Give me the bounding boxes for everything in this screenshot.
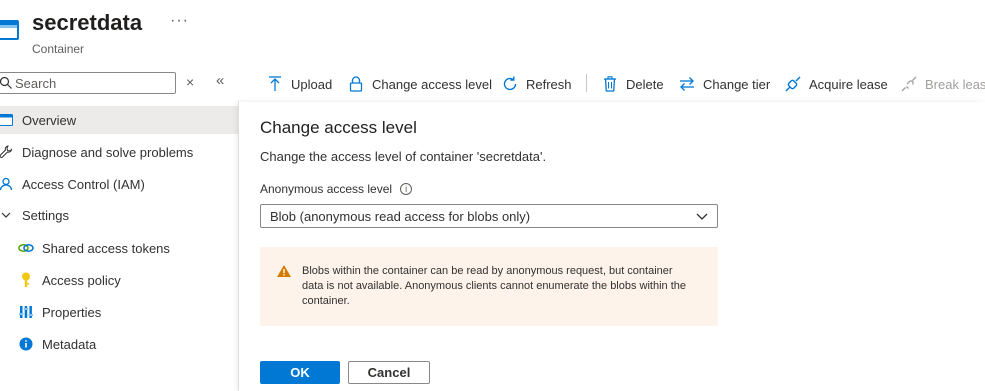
change-access-level-label: Change access level bbox=[372, 76, 492, 92]
sidebar-item-overview[interactable]: Overview bbox=[0, 106, 239, 134]
upload-icon bbox=[266, 75, 284, 93]
delete-label: Delete bbox=[626, 76, 664, 92]
refresh-label: Refresh bbox=[526, 76, 572, 92]
access-level-selected-value: Blob (anonymous read access for blobs on… bbox=[270, 208, 531, 224]
search-box[interactable] bbox=[0, 72, 176, 94]
access-level-dropdown[interactable]: Blob (anonymous read access for blobs on… bbox=[260, 204, 718, 228]
link-icon bbox=[18, 240, 34, 256]
search-input[interactable] bbox=[15, 75, 165, 91]
sidebar-item-label: Properties bbox=[42, 304, 102, 320]
search-icon bbox=[0, 76, 12, 89]
ok-button[interactable]: OK bbox=[260, 361, 340, 384]
wrench-icon bbox=[0, 144, 14, 160]
collapse-sidebar-button[interactable]: « bbox=[216, 72, 224, 89]
refresh-button[interactable]: Refresh bbox=[501, 74, 572, 94]
delete-button[interactable]: Delete bbox=[601, 74, 664, 94]
sidebar-item-settings[interactable]: Settings bbox=[0, 201, 69, 229]
upload-button[interactable]: Upload bbox=[266, 74, 332, 94]
toolbar-separator bbox=[586, 74, 587, 92]
change-tier-label: Change tier bbox=[703, 76, 771, 92]
sidebar-item-shared-access-tokens[interactable]: Shared access tokens bbox=[18, 234, 170, 262]
break-lease-button[interactable]: Break lease bbox=[900, 74, 985, 94]
access-level-field-label: Anonymous access level i bbox=[260, 182, 413, 196]
sidebar-item-properties[interactable]: Properties bbox=[18, 298, 101, 326]
trash-icon bbox=[601, 75, 619, 93]
page-title: secretdata bbox=[32, 10, 143, 35]
sidebar-item-access-policy[interactable]: Access policy bbox=[18, 266, 121, 294]
lock-icon bbox=[347, 75, 365, 93]
refresh-icon bbox=[501, 75, 519, 93]
chevron-down-icon bbox=[696, 213, 708, 220]
key-icon bbox=[18, 272, 34, 288]
sidebar-item-label: Access Control (IAM) bbox=[22, 176, 145, 192]
sidebar-item-label: Metadata bbox=[42, 336, 97, 352]
container-icon bbox=[0, 18, 20, 42]
acquire-lease-label: Acquire lease bbox=[809, 76, 888, 92]
sidebar-item-label: Access policy bbox=[42, 272, 121, 288]
upload-label: Upload bbox=[291, 76, 333, 92]
sidebar-item-label: Settings bbox=[22, 207, 69, 223]
sidebar-item-diagnose[interactable]: Diagnose and solve problems bbox=[0, 138, 193, 166]
warning-icon bbox=[276, 264, 292, 283]
page-subtitle: Container bbox=[32, 42, 85, 56]
panel-title: Change access level bbox=[260, 118, 417, 137]
swap-arrows-icon bbox=[678, 75, 696, 93]
clear-search-button[interactable]: × bbox=[186, 74, 194, 90]
sidebar-item-metadata[interactable]: Metadata bbox=[18, 330, 96, 358]
panel-description: Change the access level of container 'se… bbox=[260, 149, 547, 164]
access-level-label-text: Anonymous access level bbox=[260, 182, 393, 196]
warning-text: Blobs within the container can be read b… bbox=[302, 265, 687, 307]
sidebar-item-label: Shared access tokens bbox=[42, 240, 170, 256]
sidebar-item-label: Diagnose and solve problems bbox=[22, 144, 194, 160]
people-icon bbox=[0, 176, 14, 192]
cancel-button[interactable]: Cancel bbox=[348, 361, 430, 384]
info-icon[interactable]: i bbox=[400, 183, 413, 195]
sidebar-item-iam[interactable]: Access Control (IAM) bbox=[0, 170, 145, 198]
container-icon bbox=[0, 112, 14, 128]
chevron-down-icon bbox=[0, 207, 14, 223]
acquire-lease-button[interactable]: Acquire lease bbox=[784, 74, 888, 94]
broken-link-icon bbox=[900, 75, 918, 93]
sidebar-item-label: Overview bbox=[22, 112, 77, 128]
break-lease-label: Break lease bbox=[925, 76, 985, 92]
info-icon bbox=[18, 336, 34, 352]
lease-link-icon bbox=[784, 75, 802, 93]
more-options-button[interactable]: ··· bbox=[170, 12, 189, 30]
properties-icon bbox=[18, 304, 34, 320]
change-tier-button[interactable]: Change tier bbox=[678, 74, 770, 94]
change-access-level-button[interactable]: Change access level bbox=[347, 74, 492, 94]
